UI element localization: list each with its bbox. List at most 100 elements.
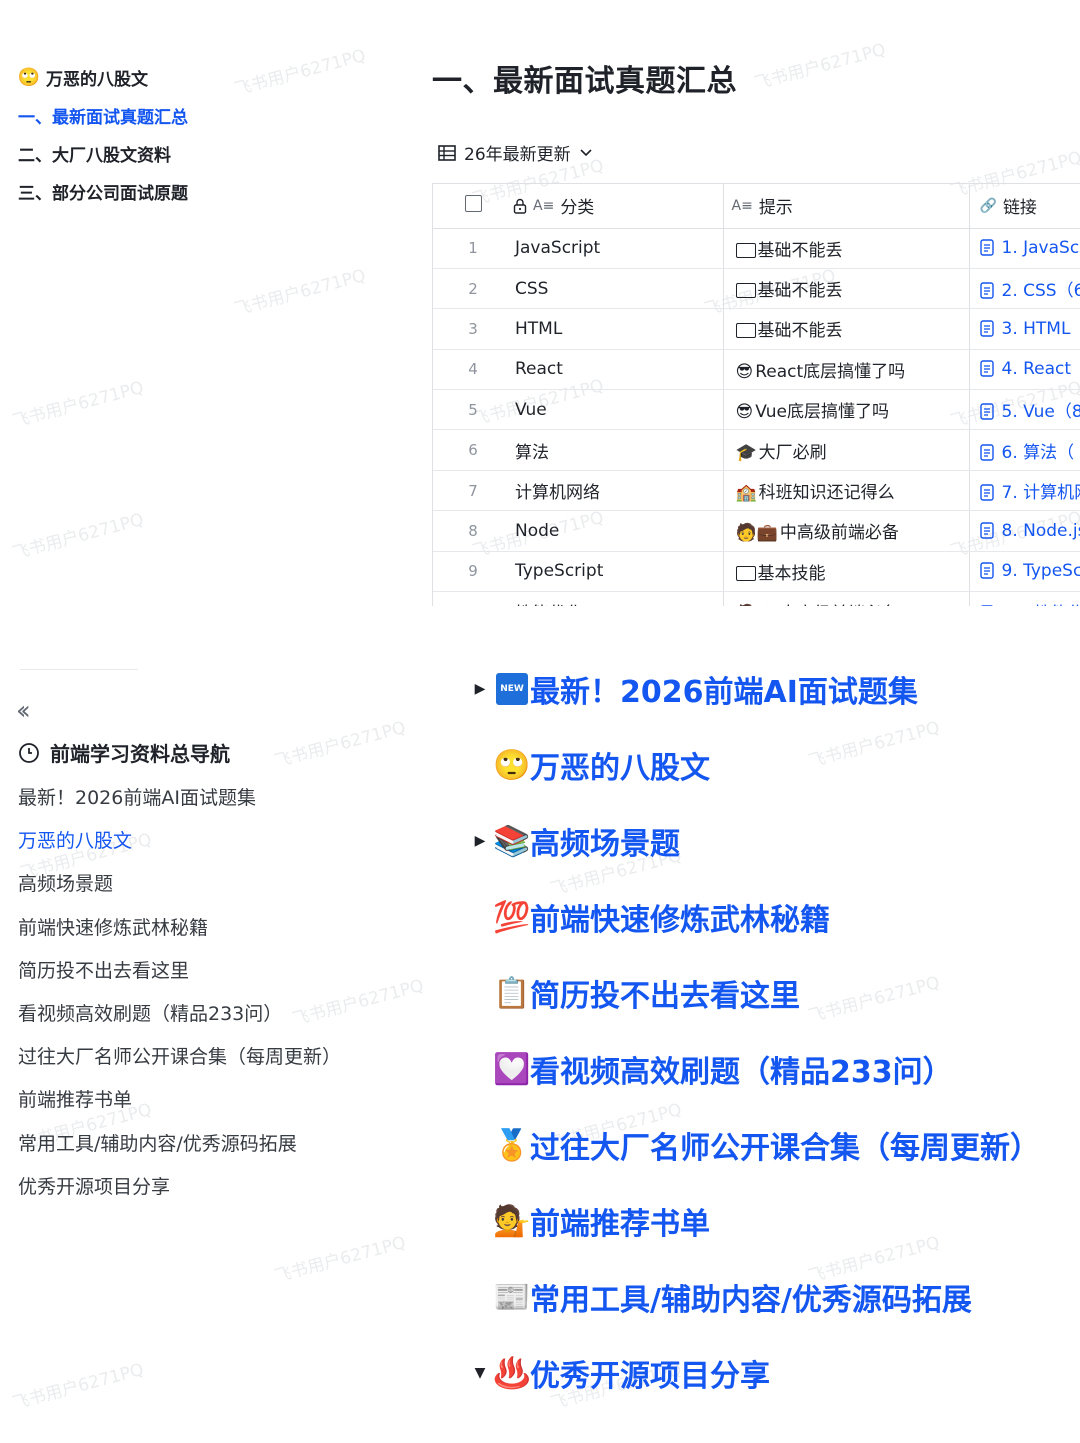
section-heading[interactable]: 💟 看视频高效刷题（精品233问） — [466, 1031, 1080, 1107]
table-view-label: 26年最新更新 — [464, 145, 571, 165]
table-row[interactable]: 9TypeScript 基本技能 9. TypeScript — [433, 551, 1080, 593]
section-heading[interactable]: 💁 前端推荐书单 — [466, 1183, 1080, 1259]
category-cell[interactable]: Node — [513, 510, 723, 552]
nav-item[interactable]: 常用工具/辅助内容/优秀源码拓展 — [18, 1121, 418, 1164]
section-heading[interactable]: 📰 常用工具/辅助内容/优秀源码拓展 — [466, 1259, 1080, 1335]
link-cell[interactable]: 8. Node.js — [968, 510, 1080, 552]
nav-item[interactable]: 过往大厂名师公开课合集（每周更新） — [18, 1034, 418, 1077]
nav-item[interactable]: 高频场景题 — [18, 861, 418, 904]
category-cell[interactable]: 算法 — [513, 429, 723, 471]
heading-emoji-icon: ♨️ — [493, 1355, 531, 1391]
doc-link[interactable]: 7. 计算机网 — [1002, 483, 1080, 503]
table-row[interactable]: 6 算法 🎓 大厂必刷 6. 算法（ — [433, 429, 1080, 471]
table-row[interactable]: 8 Node 🧑💼 中高级前端必备 8. Node.js — [433, 510, 1080, 552]
table-view-switcher[interactable]: 26年最新更新 — [438, 140, 593, 165]
doc-link[interactable]: 3. HTML — [1002, 319, 1071, 339]
table-row[interactable]: 3 HTML 基础不能丢 3. HTML — [433, 308, 1080, 350]
tip-cell[interactable]: 基本技能 — [722, 551, 969, 593]
link-cell[interactable]: 9. TypeScript — [968, 551, 1080, 593]
column-header-link[interactable]: 链接 — [1003, 193, 1037, 218]
category-cell[interactable]: HTML — [513, 308, 723, 350]
doc-link[interactable]: 4. React — [1002, 359, 1072, 379]
watermark-text: 飞书用户6271PQ — [10, 1359, 146, 1415]
column-header-category[interactable]: 分类 — [560, 193, 594, 218]
section-heading[interactable]: ▼ ♨️ 优秀开源项目分享 — [466, 1335, 1080, 1411]
nav-item[interactable]: 前端快速修炼武林秘籍 — [18, 905, 418, 948]
select-all-checkbox[interactable] — [464, 194, 482, 212]
category-cell[interactable]: JavaScript — [513, 228, 723, 269]
tip-cell[interactable]: 🧑💼中高级前端必备 — [722, 591, 969, 606]
toggle-expanded-icon[interactable]: ▼ — [466, 1365, 494, 1381]
nav-title: 前端学习资料总导航 — [18, 738, 230, 767]
heading-emoji-icon: 🏅 — [493, 1127, 531, 1163]
table-row[interactable]: 5 Vue 😎 Vue底层搞懂了吗 5. Vue（8 — [433, 389, 1080, 431]
document-icon — [980, 605, 993, 606]
link-cell[interactable]: 5. Vue（8 — [968, 389, 1080, 431]
section-heading[interactable]: 📋 简历投不出去看这里 — [466, 955, 1080, 1031]
doc-link[interactable]: 5. Vue（8 — [1002, 402, 1080, 422]
doc-link[interactable]: 10. 性能优 — [1002, 604, 1080, 606]
table-row[interactable]: 4 React 😎 React底层搞懂了吗 4. React — [433, 349, 1080, 391]
heading-label: 万恶的八股文 — [530, 751, 710, 786]
tip-cell[interactable]: 基础不能丢 — [722, 268, 969, 310]
doc-link[interactable]: 2. CSS（6 — [1002, 281, 1080, 301]
heading-list: ▶ NEW 最新！2026前端AI面试题集 🙄 万恶的八股文 ▶ 📚 高频场景题 💯 前端快速修炼… — [466, 651, 1080, 1411]
section-heading[interactable]: ▶ NEW 最新！2026前端AI面试题集 — [466, 651, 1080, 727]
toc-item-company-questions[interactable]: 三、部分公司面试原题 — [18, 172, 378, 210]
doc-link[interactable]: 6. 算法（ — [1002, 443, 1075, 463]
tip-cell[interactable]: 基础不能丢 — [722, 308, 969, 350]
nav-item[interactable]: 简历投不出去看这里 — [18, 948, 418, 991]
nav-item[interactable]: 看视频高效刷题（精品233问） — [18, 991, 418, 1034]
tip-cell[interactable]: 😎 Vue底层搞懂了吗 — [722, 389, 969, 431]
document-icon — [979, 403, 994, 420]
link-cell[interactable]: 10. 性能优 — [968, 591, 1080, 606]
category-cell[interactable]: TypeScript — [513, 551, 723, 593]
toc-item-label: 万恶的八股文 — [46, 69, 148, 90]
nav-item[interactable]: 前端推荐书单 — [18, 1077, 418, 1120]
doc-link[interactable]: 8. Node.js — [1002, 521, 1080, 541]
section-heading[interactable]: 🙄 万恶的八股文 — [466, 727, 1080, 803]
tip-emoji-icon: 🏫 — [735, 483, 757, 504]
category-cell[interactable]: CSS — [513, 268, 723, 310]
category-cell[interactable]: 性能优化 — [513, 591, 723, 606]
document-icon — [979, 282, 994, 299]
toc-item-eight-legged[interactable]: 🙄 万恶的八股文 — [18, 58, 378, 96]
tip-cell[interactable]: 😎 React底层搞懂了吗 — [722, 349, 969, 391]
link-cell[interactable]: 3. HTML — [968, 308, 1080, 350]
link-cell[interactable]: 7. 计算机网 — [968, 470, 1080, 512]
table-row[interactable]: 10性能优化🧑💼中高级前端必备10. 性能优 — [433, 591, 1080, 606]
toc-item-big-company-materials[interactable]: 二、大厂八股文资料 — [18, 134, 378, 172]
toc-item-latest-questions[interactable]: 一、最新面试真题汇总 — [18, 96, 378, 134]
category-cell[interactable]: Vue — [513, 389, 723, 431]
category-cell[interactable]: React — [513, 349, 723, 391]
link-cell[interactable]: 1. JavaScript — [968, 228, 1080, 269]
toggle-collapsed-icon[interactable]: ▶ — [466, 681, 494, 697]
tip-cell[interactable]: 基础不能丢 — [722, 228, 969, 269]
document-icon — [979, 562, 994, 580]
toggle-collapsed-icon[interactable]: ▶ — [466, 833, 494, 849]
table-row[interactable]: 7计算机网络🏫科班知识还记得么7. 计算机网 — [433, 470, 1080, 512]
nav-item[interactable]: 优秀开源项目分享 — [18, 1164, 418, 1207]
nav-item[interactable]: 最新！2026前端AI面试题集 — [18, 775, 418, 818]
column-header-tip[interactable]: 提示 — [759, 193, 793, 218]
section-heading[interactable]: 🏅 过往大厂名师公开课合集（每周更新） — [466, 1107, 1080, 1183]
doc-link[interactable]: 9. TypeScript — [1002, 561, 1080, 581]
heading-label: 过往大厂名师公开课合集（每周更新） — [530, 1131, 1040, 1166]
category-cell[interactable]: 计算机网络 — [513, 470, 723, 512]
tip-cell[interactable]: 🏫 科班知识还记得么 — [722, 470, 969, 512]
section-heading[interactable]: 💯 前端快速修炼武林秘籍 — [466, 879, 1080, 955]
tip-emoji-icon: 🧑💼 — [736, 604, 778, 606]
nav-item[interactable]: 万恶的八股文 — [18, 818, 418, 861]
table-row[interactable]: 2 CSS 基础不能丢 2. CSS（6 — [433, 268, 1080, 310]
link-cell[interactable]: 2. CSS（6 — [968, 268, 1080, 310]
heading-label: 高频场景题 — [530, 827, 680, 862]
link-cell[interactable]: 4. React — [968, 349, 1080, 391]
link-cell[interactable]: 6. 算法（ — [968, 429, 1080, 471]
collapse-sidebar-icon[interactable]: ‹‹ — [16, 696, 31, 726]
table-row[interactable]: 1JavaScript 基础不能丢 1. JavaScript — [433, 228, 1080, 269]
heading-emoji-icon: 📋 — [493, 975, 531, 1011]
tip-cell[interactable]: 🧑💼中高级前端必备 — [722, 510, 969, 552]
section-heading[interactable]: ▶ 📚 高频场景题 — [466, 803, 1080, 879]
tip-cell[interactable]: 🎓 大厂必刷 — [722, 429, 969, 471]
doc-link[interactable]: 1. JavaScript — [1002, 238, 1080, 258]
